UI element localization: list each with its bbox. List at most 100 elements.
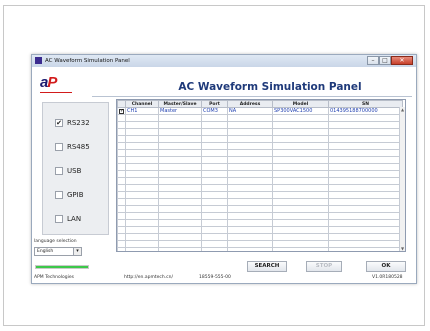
table-cell-empty[interactable]: [117, 240, 126, 248]
table-cell-empty[interactable]: [125, 135, 159, 143]
table-cell-empty[interactable]: [227, 135, 273, 143]
table-cell-empty[interactable]: [272, 219, 329, 227]
chevron-down-icon[interactable]: ▾: [73, 248, 81, 255]
table-cell-empty[interactable]: [158, 233, 202, 241]
table-cell-empty[interactable]: [117, 114, 126, 122]
table-scrollbar[interactable]: ▲ ▼: [399, 107, 405, 251]
table-cell-empty[interactable]: [328, 219, 403, 227]
table-row-empty[interactable]: [117, 191, 403, 199]
table-row-empty[interactable]: [117, 247, 403, 251]
table-cell-empty[interactable]: [158, 247, 202, 251]
column-header-address[interactable]: Address: [227, 100, 273, 108]
table-cell-empty[interactable]: [117, 163, 126, 171]
table-cell-empty[interactable]: [272, 205, 329, 213]
table-cell-empty[interactable]: [125, 177, 159, 185]
table-cell-empty[interactable]: [158, 142, 202, 150]
table-cell-empty[interactable]: [272, 156, 329, 164]
table-cell-empty[interactable]: [201, 191, 228, 199]
cell-channel[interactable]: CH1: [125, 107, 159, 115]
table-cell-empty[interactable]: [328, 170, 403, 178]
table-cell-empty[interactable]: [328, 114, 403, 122]
table-cell-empty[interactable]: [201, 184, 228, 192]
table-cell-empty[interactable]: [125, 233, 159, 241]
table-cell-empty[interactable]: [117, 121, 126, 129]
table-row-empty[interactable]: [117, 219, 403, 227]
table-cell-empty[interactable]: [272, 191, 329, 199]
interface-option-rs485[interactable]: RS485: [55, 143, 90, 151]
table-cell-empty[interactable]: [125, 198, 159, 206]
table-cell-empty[interactable]: [272, 177, 329, 185]
table-cell-empty[interactable]: [272, 114, 329, 122]
table-cell-empty[interactable]: [227, 205, 273, 213]
table-cell-empty[interactable]: [227, 226, 273, 234]
table-cell-empty[interactable]: [201, 142, 228, 150]
table-cell-empty[interactable]: [117, 184, 126, 192]
table-cell-empty[interactable]: [201, 205, 228, 213]
table-cell-empty[interactable]: [328, 149, 403, 157]
table-cell-empty[interactable]: [117, 170, 126, 178]
table-cell-empty[interactable]: [117, 219, 126, 227]
table-cell-empty[interactable]: [227, 177, 273, 185]
table-cell-empty[interactable]: [158, 156, 202, 164]
table-row[interactable]: ✓ CH1 Master COM3 NA SP300VAC1500 014395…: [117, 107, 403, 115]
interface-option-rs232[interactable]: ✔ RS232: [55, 119, 90, 127]
table-cell-empty[interactable]: [201, 156, 228, 164]
table-cell-empty[interactable]: [328, 226, 403, 234]
table-row-empty[interactable]: [117, 163, 403, 171]
table-cell-empty[interactable]: [125, 128, 159, 136]
table-cell-empty[interactable]: [117, 156, 126, 164]
table-cell-empty[interactable]: [227, 240, 273, 248]
table-cell-empty[interactable]: [117, 149, 126, 157]
scroll-up-icon[interactable]: ▲: [400, 107, 405, 112]
language-select[interactable]: English ▾: [34, 247, 82, 256]
column-header-model[interactable]: Model: [272, 100, 329, 108]
table-cell-empty[interactable]: [272, 135, 329, 143]
search-button[interactable]: SEARCH: [247, 261, 287, 272]
cell-port[interactable]: COM3: [201, 107, 228, 115]
table-cell-empty[interactable]: [328, 177, 403, 185]
table-cell-empty[interactable]: [328, 198, 403, 206]
table-row-empty[interactable]: [117, 226, 403, 234]
table-cell-empty[interactable]: [272, 184, 329, 192]
table-cell-empty[interactable]: [125, 121, 159, 129]
table-cell-empty[interactable]: [328, 128, 403, 136]
cell-model[interactable]: SP300VAC1500: [272, 107, 329, 115]
table-cell-empty[interactable]: [125, 191, 159, 199]
table-cell-empty[interactable]: [158, 114, 202, 122]
column-header-master-slave[interactable]: Master/Slave: [158, 100, 202, 108]
table-cell-empty[interactable]: [158, 198, 202, 206]
table-cell-empty[interactable]: [125, 205, 159, 213]
table-cell-empty[interactable]: [125, 142, 159, 150]
table-cell-empty[interactable]: [227, 247, 273, 251]
table-cell-empty[interactable]: [227, 156, 273, 164]
table-row-empty[interactable]: [117, 240, 403, 248]
table-cell-empty[interactable]: [272, 212, 329, 220]
table-cell-empty[interactable]: [328, 240, 403, 248]
table-row-empty[interactable]: [117, 128, 403, 136]
cell-address[interactable]: NA: [227, 107, 273, 115]
table-cell-empty[interactable]: [117, 233, 126, 241]
table-cell-empty[interactable]: [158, 121, 202, 129]
interface-option-usb[interactable]: USB: [55, 167, 81, 175]
table-cell-empty[interactable]: [328, 191, 403, 199]
table-cell-empty[interactable]: [125, 163, 159, 171]
table-cell-empty[interactable]: [117, 142, 126, 150]
table-cell-empty[interactable]: [201, 149, 228, 157]
table-cell-empty[interactable]: [272, 233, 329, 241]
scroll-down-icon[interactable]: ▼: [400, 246, 405, 251]
column-header-port[interactable]: Port: [201, 100, 228, 108]
table-cell-empty[interactable]: [117, 226, 126, 234]
table-cell-empty[interactable]: [117, 205, 126, 213]
cell-role[interactable]: Master: [158, 107, 202, 115]
table-cell-empty[interactable]: [201, 114, 228, 122]
table-cell-empty[interactable]: [125, 156, 159, 164]
table-cell-empty[interactable]: [328, 135, 403, 143]
table-cell-empty[interactable]: [117, 247, 126, 251]
table-cell-empty[interactable]: [158, 226, 202, 234]
table-cell-empty[interactable]: [201, 170, 228, 178]
row-checkbox[interactable]: ✓: [119, 109, 124, 114]
table-cell-empty[interactable]: [117, 198, 126, 206]
table-cell-empty[interactable]: [201, 128, 228, 136]
table-cell-empty[interactable]: [201, 226, 228, 234]
company-url[interactable]: http://en.apmtech.cn/: [124, 275, 173, 280]
